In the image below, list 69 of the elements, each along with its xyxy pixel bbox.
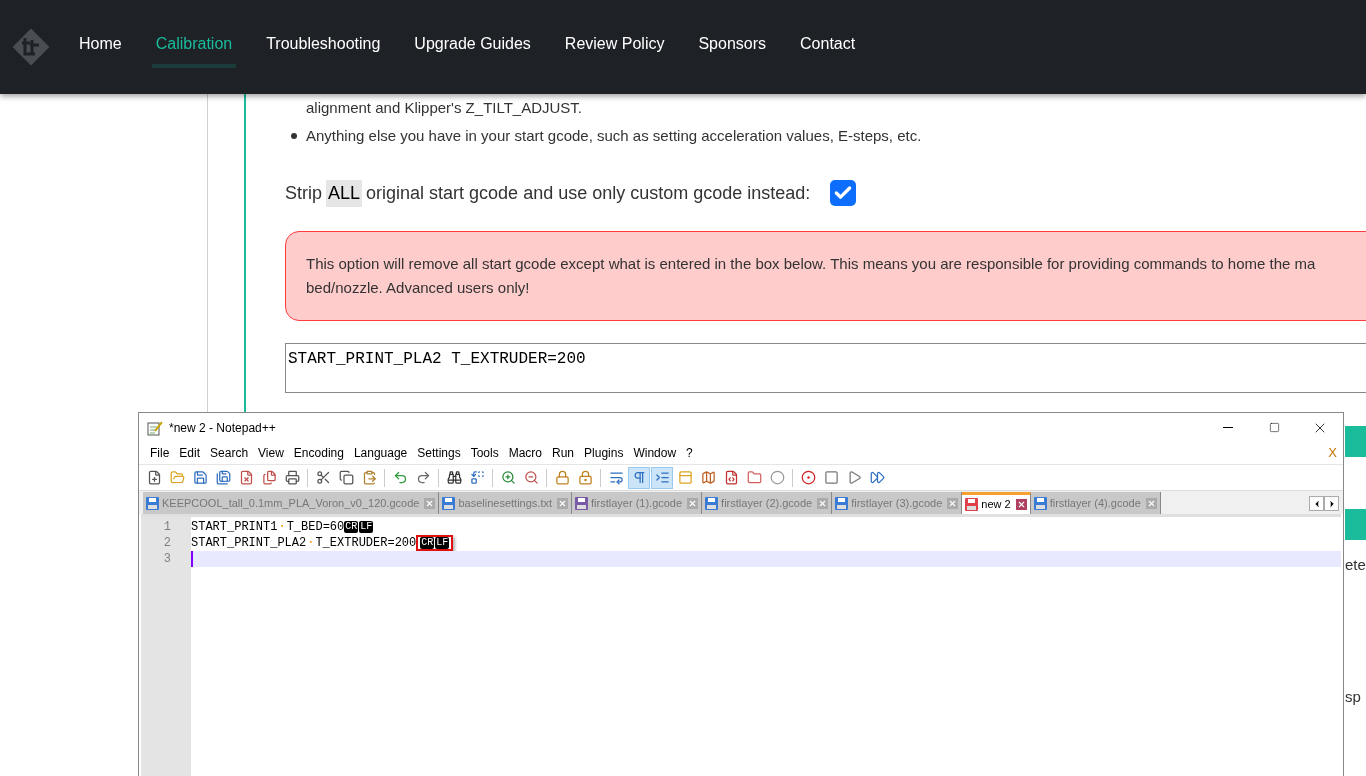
nav-link[interactable]: Upgrade Guides [410,26,535,68]
line-ending-mark: LF [359,521,374,533]
tab-label: firstlayer (1).gcode [591,495,683,511]
file-tab[interactable]: new 2 [962,492,1031,514]
option-label: original start gcode and use only custom gcode instead: [366,181,811,205]
line-number: 1 [162,519,172,535]
nav-link[interactable]: Home [75,26,126,68]
line-number: 2 [162,535,172,551]
space-marker: · [277,519,287,535]
warning-text: This option will remove all start gcode except what is entered in the box below. This means you are responsible for providing commands to home the ma bed/nozzle. Advanced users only! [306,253,1317,298]
code-text: T_EXTRUDER=200 [315,535,417,551]
gcode-input-field[interactable]: START_PRINT_PLA2 T_EXTRUDER=200 [285,342,1366,393]
tab-label: new 2 [981,497,1011,513]
editor-area[interactable]: 1 2 3 START_PRINT1·T_BED=60CR LF START_PRINT_PLA2·T_EXTRUDER=200 CR LF [141,514,1341,776]
menu-item[interactable]: Run [547,444,580,462]
tab-label: KEEPCOOL_tall_0.1mm_PLA_Voron_v0_120.gcode [162,495,420,511]
tab-label: baselinesettings.txt [458,495,552,511]
menu-item[interactable]: Macro [503,444,547,462]
tab-close-icon[interactable] [947,497,959,509]
nav-link[interactable]: Calibration [151,26,237,68]
highlighted-word: ALL [326,179,363,207]
line-ending-mark: LF [435,537,450,549]
checkbox[interactable] [830,180,857,206]
tab-label: firstlayer (2).gcode [721,495,813,511]
menu-item[interactable]: File [145,444,175,462]
tab-close-icon[interactable] [687,497,699,509]
indent-guide-icon[interactable] [651,466,673,489]
menu-item[interactable]: Language [348,444,413,462]
bullet-icon [291,133,297,140]
menu-item[interactable]: ? [681,444,698,462]
line-ending-mark: CR [344,521,359,533]
code-text: START_PRINT1 [191,519,278,535]
body-text: ete [1345,554,1366,575]
line-number: 3 [162,551,172,567]
space-marker: · [306,535,316,551]
menu-item[interactable]: Plugins [579,444,629,462]
line-ending-mark: CR [420,537,435,549]
body-text: sp [1345,687,1362,707]
notepad-app-icon [147,419,163,436]
menu-item[interactable]: Search [205,444,254,462]
menu-item[interactable]: Window [628,444,682,462]
menu-item[interactable]: View [253,444,289,462]
window-title: *new 2 - Notepad++ [169,419,276,437]
nav-link[interactable]: Sponsors [694,26,771,68]
scroll-left-button[interactable] [1309,496,1324,511]
bullet-text: Anything else you have in your start gcode, such as setting acceleration values, E-steps, etc. [306,126,922,146]
option-label: Strip [285,181,322,205]
tab-close-icon[interactable] [817,497,829,509]
menu-item[interactable]: Settings [412,444,466,462]
nav-link[interactable]: Contact [796,26,860,68]
nav-link[interactable]: Troubleshooting [262,26,385,68]
tab-close-icon[interactable] [1145,497,1157,509]
maximize-icon [1268,422,1280,433]
tab-close-icon[interactable] [557,497,568,509]
pilcrow-icon[interactable] [628,466,650,489]
menu-item[interactable]: Encoding [288,444,349,462]
code-text: START_PRINT_PLA2 [191,535,307,551]
code-text: T_BED=60 [286,519,345,535]
body-text: alignment and Klipper's Z_TILT_ADJUST. [305,98,584,118]
menu-item[interactable]: Tools [465,444,504,462]
tab-close-icon[interactable] [424,497,436,509]
close-document-button[interactable]: X [1328,443,1337,463]
minimize-icon [1223,427,1233,428]
tab-label: firstlayer (3).gcode [851,495,943,511]
tab-close-icon[interactable] [1015,499,1027,510]
scroll-right-button[interactable] [1324,496,1339,511]
tab-label: firstlayer (4).gcode [1049,495,1141,511]
menu-item[interactable]: Edit [174,444,206,462]
nav-link[interactable]: Review Policy [560,26,669,68]
